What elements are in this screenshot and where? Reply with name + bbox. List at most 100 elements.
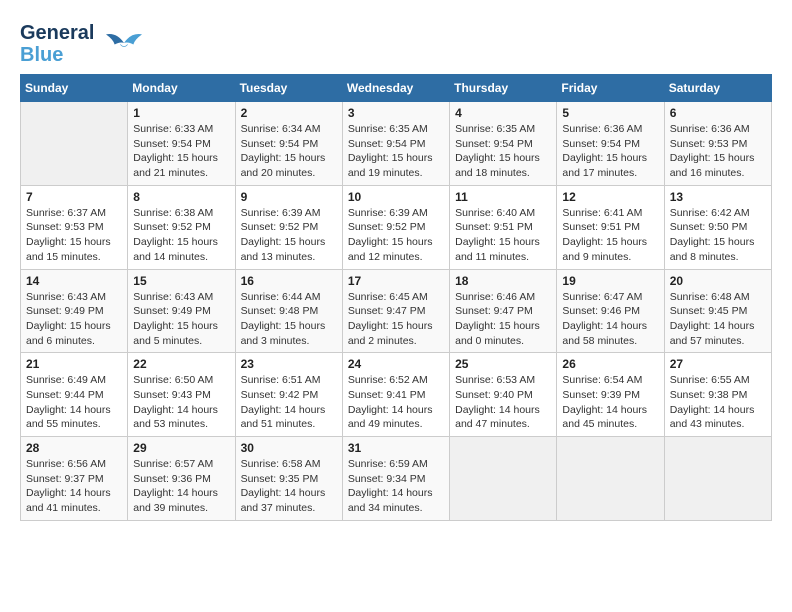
day-info: Sunrise: 6:36 AMSunset: 9:54 PMDaylight:… (562, 122, 658, 181)
calendar-table: SundayMondayTuesdayWednesdayThursdayFrid… (20, 74, 772, 521)
day-number: 16 (241, 274, 337, 288)
day-info: Sunrise: 6:36 AMSunset: 9:53 PMDaylight:… (670, 122, 766, 181)
calendar-cell: 1 Sunrise: 6:33 AMSunset: 9:54 PMDaylight… (128, 102, 235, 186)
day-number: 3 (348, 106, 444, 120)
calendar-cell: 14 Sunrise: 6:43 AMSunset: 9:49 PMDayligh… (21, 269, 128, 353)
day-info: Sunrise: 6:40 AMSunset: 9:51 PMDaylight:… (455, 206, 551, 265)
day-number: 15 (133, 274, 229, 288)
day-number: 7 (26, 190, 122, 204)
day-info: Sunrise: 6:44 AMSunset: 9:48 PMDaylight:… (241, 290, 337, 349)
calendar-cell (557, 437, 664, 521)
calendar-cell: 5 Sunrise: 6:36 AMSunset: 9:54 PMDaylight… (557, 102, 664, 186)
calendar-cell (21, 102, 128, 186)
day-number: 8 (133, 190, 229, 204)
day-number: 24 (348, 357, 444, 371)
day-number: 12 (562, 190, 658, 204)
day-number: 6 (670, 106, 766, 120)
day-header-monday: Monday (128, 75, 235, 102)
calendar-cell: 16 Sunrise: 6:44 AMSunset: 9:48 PMDayligh… (235, 269, 342, 353)
day-info: Sunrise: 6:45 AMSunset: 9:47 PMDaylight:… (348, 290, 444, 349)
day-number: 22 (133, 357, 229, 371)
day-info: Sunrise: 6:57 AMSunset: 9:36 PMDaylight:… (133, 457, 229, 516)
day-number: 17 (348, 274, 444, 288)
day-info: Sunrise: 6:56 AMSunset: 9:37 PMDaylight:… (26, 457, 122, 516)
day-number: 19 (562, 274, 658, 288)
calendar-cell: 29Sunrise: 6:57 AMSunset: 9:36 PMDayligh… (128, 437, 235, 521)
day-header-saturday: Saturday (664, 75, 771, 102)
calendar-cell: 2 Sunrise: 6:34 AMSunset: 9:54 PMDaylight… (235, 102, 342, 186)
calendar-cell: 28 Sunrise: 6:56 AMSunset: 9:37 PMDayligh… (21, 437, 128, 521)
day-info: Sunrise: 6:38 AMSunset: 9:52 PMDaylight:… (133, 206, 229, 265)
calendar-header-row: SundayMondayTuesdayWednesdayThursdayFrid… (21, 75, 772, 102)
calendar-week-row: 1 Sunrise: 6:33 AMSunset: 9:54 PMDaylight… (21, 102, 772, 186)
day-info: Sunrise: 6:43 AMSunset: 9:49 PMDaylight:… (26, 290, 122, 349)
day-header-friday: Friday (557, 75, 664, 102)
calendar-cell: 31 Sunrise: 6:59 AMSunset: 9:34 PMDayligh… (342, 437, 449, 521)
calendar-cell: 26 Sunrise: 6:54 AMSunset: 9:39 PMDayligh… (557, 353, 664, 437)
calendar-cell: 3 Sunrise: 6:35 AMSunset: 9:54 PMDaylight… (342, 102, 449, 186)
calendar-cell: 4 Sunrise: 6:35 AMSunset: 9:54 PMDaylight… (450, 102, 557, 186)
day-info: Sunrise: 6:41 AMSunset: 9:51 PMDaylight:… (562, 206, 658, 265)
day-number: 13 (670, 190, 766, 204)
calendar-cell: 9 Sunrise: 6:39 AMSunset: 9:52 PMDaylight… (235, 185, 342, 269)
day-number: 27 (670, 357, 766, 371)
logo-blue-text: Blue (20, 44, 63, 66)
day-info: Sunrise: 6:59 AMSunset: 9:34 PMDaylight:… (348, 457, 444, 516)
calendar-cell: 18Sunrise: 6:46 AMSunset: 9:47 PMDayligh… (450, 269, 557, 353)
calendar-cell: 21 Sunrise: 6:49 AMSunset: 9:44 PMDayligh… (21, 353, 128, 437)
day-number: 1 (133, 106, 229, 120)
day-info: Sunrise: 6:49 AMSunset: 9:44 PMDaylight:… (26, 373, 122, 432)
calendar-cell: 8 Sunrise: 6:38 AMSunset: 9:52 PMDaylight… (128, 185, 235, 269)
calendar-cell: 27 Sunrise: 6:55 AMSunset: 9:38 PMDayligh… (664, 353, 771, 437)
day-info: Sunrise: 6:55 AMSunset: 9:38 PMDaylight:… (670, 373, 766, 432)
day-info: Sunrise: 6:58 AMSunset: 9:35 PMDaylight:… (241, 457, 337, 516)
day-number: 2 (241, 106, 337, 120)
logo-bird-icon (106, 28, 142, 58)
day-info: Sunrise: 6:43 AMSunset: 9:49 PMDaylight:… (133, 290, 229, 349)
calendar-week-row: 21 Sunrise: 6:49 AMSunset: 9:44 PMDayligh… (21, 353, 772, 437)
day-number: 21 (26, 357, 122, 371)
calendar-cell: 6 Sunrise: 6:36 AMSunset: 9:53 PMDaylight… (664, 102, 771, 186)
calendar-cell: 12 Sunrise: 6:41 AMSunset: 9:51 PMDayligh… (557, 185, 664, 269)
calendar-cell: 19Sunrise: 6:47 AMSunset: 9:46 PMDayligh… (557, 269, 664, 353)
day-number: 5 (562, 106, 658, 120)
day-info: Sunrise: 6:35 AMSunset: 9:54 PMDaylight:… (455, 122, 551, 181)
day-header-sunday: Sunday (21, 75, 128, 102)
page-container: General Blue General Blue (20, 20, 772, 521)
logo-general-text: General (20, 22, 94, 44)
day-info: Sunrise: 6:37 AMSunset: 9:53 PMDaylight:… (26, 206, 122, 265)
calendar-cell: 23Sunrise: 6:51 AMSunset: 9:42 PMDayligh… (235, 353, 342, 437)
day-number: 30 (241, 441, 337, 455)
calendar-cell (664, 437, 771, 521)
day-info: Sunrise: 6:35 AMSunset: 9:54 PMDaylight:… (348, 122, 444, 181)
day-info: Sunrise: 6:46 AMSunset: 9:47 PMDaylight:… (455, 290, 551, 349)
calendar-cell: 22Sunrise: 6:50 AMSunset: 9:43 PMDayligh… (128, 353, 235, 437)
day-number: 26 (562, 357, 658, 371)
day-header-wednesday: Wednesday (342, 75, 449, 102)
calendar-cell: 10 Sunrise: 6:39 AMSunset: 9:52 PMDayligh… (342, 185, 449, 269)
day-number: 28 (26, 441, 122, 455)
calendar-cell: 13 Sunrise: 6:42 AMSunset: 9:50 PMDayligh… (664, 185, 771, 269)
calendar-cell: 30 Sunrise: 6:58 AMSunset: 9:35 PMDayligh… (235, 437, 342, 521)
day-info: Sunrise: 6:54 AMSunset: 9:39 PMDaylight:… (562, 373, 658, 432)
day-number: 23 (241, 357, 337, 371)
day-number: 14 (26, 274, 122, 288)
day-info: Sunrise: 6:52 AMSunset: 9:41 PMDaylight:… (348, 373, 444, 432)
calendar-cell: 15 Sunrise: 6:43 AMSunset: 9:49 PMDayligh… (128, 269, 235, 353)
day-number: 10 (348, 190, 444, 204)
calendar-week-row: 7 Sunrise: 6:37 AMSunset: 9:53 PMDaylight… (21, 185, 772, 269)
day-number: 4 (455, 106, 551, 120)
header: General Blue General Blue (20, 20, 772, 66)
day-number: 25 (455, 357, 551, 371)
day-number: 31 (348, 441, 444, 455)
day-info: Sunrise: 6:53 AMSunset: 9:40 PMDaylight:… (455, 373, 551, 432)
day-number: 9 (241, 190, 337, 204)
day-info: Sunrise: 6:39 AMSunset: 9:52 PMDaylight:… (348, 206, 444, 265)
day-info: Sunrise: 6:33 AMSunset: 9:54 PMDaylight:… (133, 122, 229, 181)
day-header-thursday: Thursday (450, 75, 557, 102)
day-number: 20 (670, 274, 766, 288)
day-info: Sunrise: 6:39 AMSunset: 9:52 PMDaylight:… (241, 206, 337, 265)
day-info: Sunrise: 6:42 AMSunset: 9:50 PMDaylight:… (670, 206, 766, 265)
calendar-cell: 24 Sunrise: 6:52 AMSunset: 9:41 PMDayligh… (342, 353, 449, 437)
day-info: Sunrise: 6:34 AMSunset: 9:54 PMDaylight:… (241, 122, 337, 181)
